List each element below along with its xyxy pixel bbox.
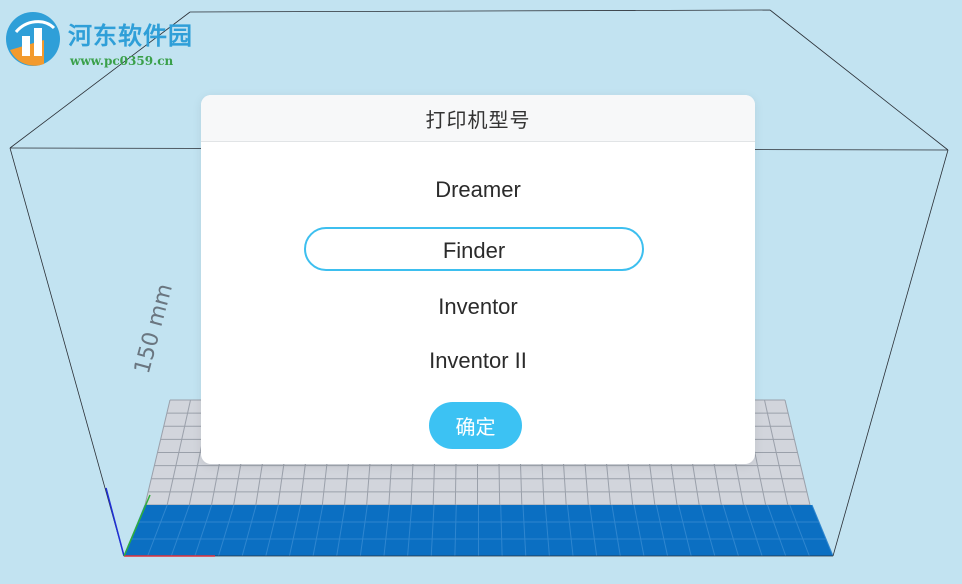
option-inventor-ii[interactable]: Inventor II [201, 348, 755, 374]
option-inventor[interactable]: Inventor [201, 294, 755, 320]
option-finder[interactable]: Finder [304, 227, 644, 271]
z-axis [105, 487, 125, 557]
printer-model-dialog: 打印机型号 Dreamer Finder Inventor Inventor I… [201, 95, 755, 464]
confirm-button[interactable]: 确定 [429, 402, 522, 449]
dialog-title: 打印机型号 [425, 107, 531, 132]
option-dreamer[interactable]: Dreamer [201, 177, 755, 203]
watermark-title: 河东软件园 [68, 21, 193, 50]
watermark-url: www.pc0359.cn [70, 54, 174, 68]
site-logo-icon [6, 12, 60, 66]
site-watermark: 河东软件园 www.pc0359.cn [4, 8, 224, 68]
dialog-header: 打印机型号 [201, 95, 755, 142]
